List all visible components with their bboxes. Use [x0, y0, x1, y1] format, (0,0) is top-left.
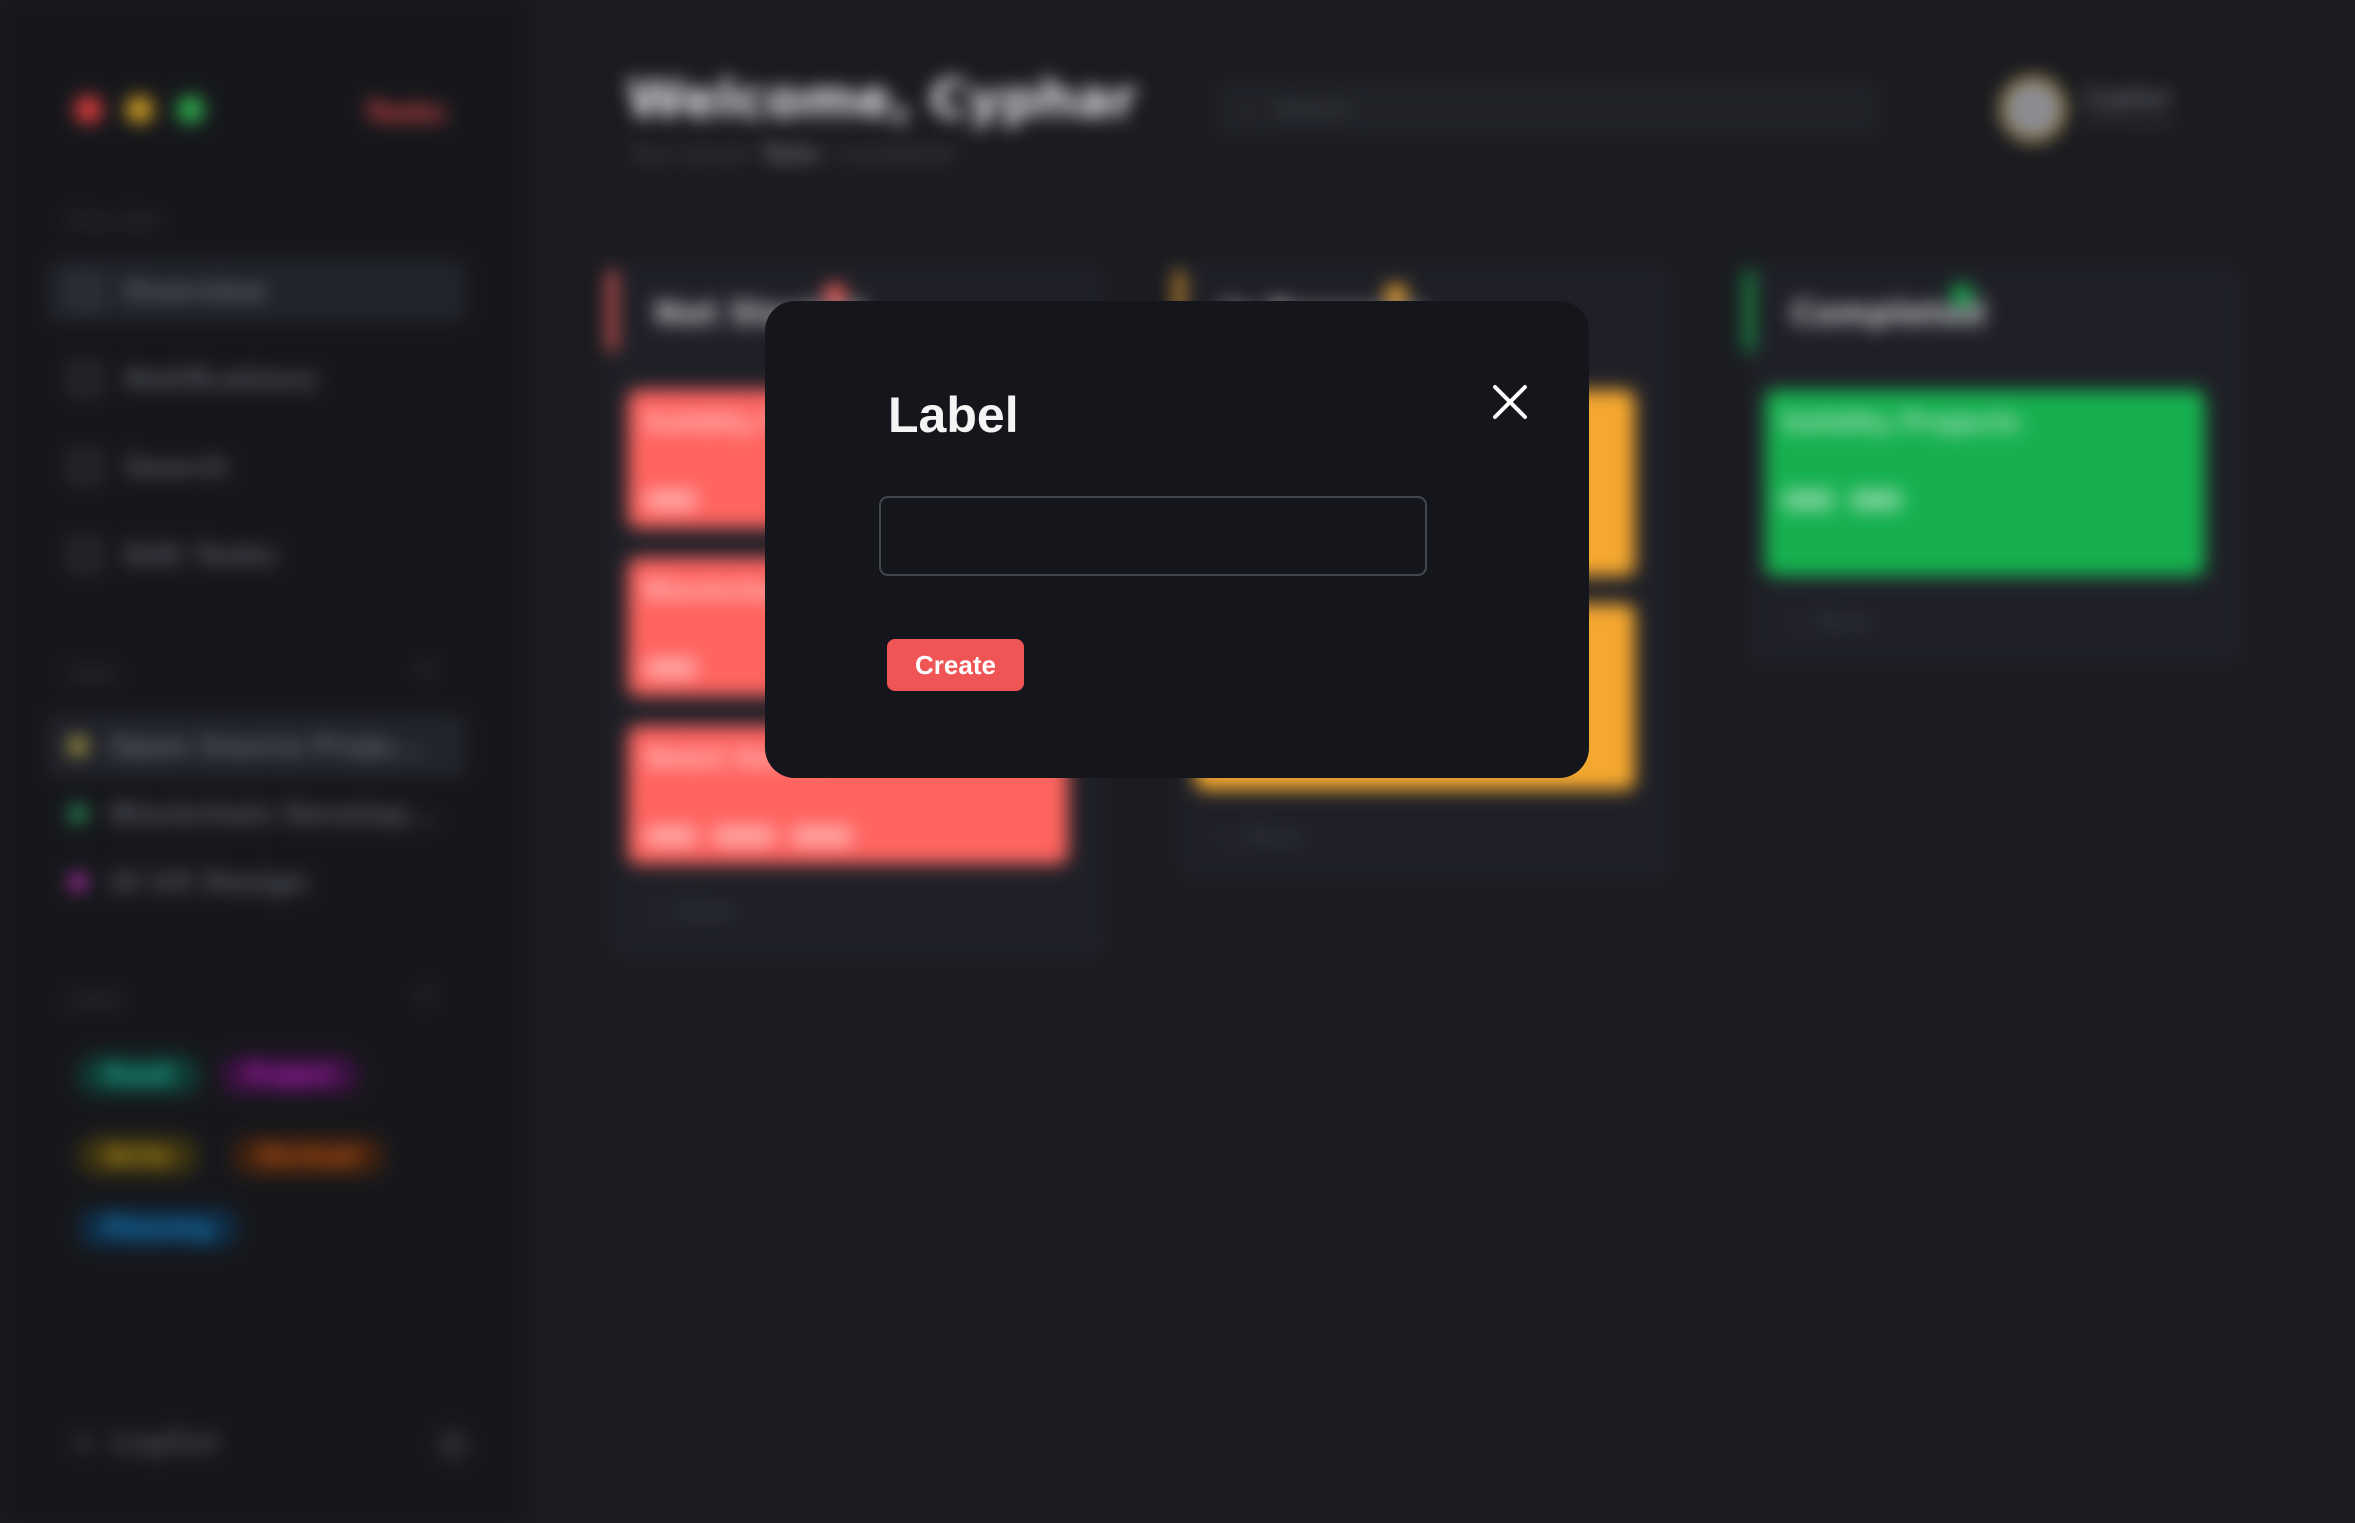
- create-button[interactable]: Create: [887, 639, 1024, 691]
- label-name-input[interactable]: [879, 496, 1427, 576]
- close-icon: [1493, 385, 1527, 419]
- modal-title: Label: [888, 387, 1019, 443]
- modal-backdrop[interactable]: Label Create: [0, 0, 2355, 1523]
- create-label-modal: Label Create: [765, 301, 1589, 778]
- close-button[interactable]: [1479, 371, 1541, 433]
